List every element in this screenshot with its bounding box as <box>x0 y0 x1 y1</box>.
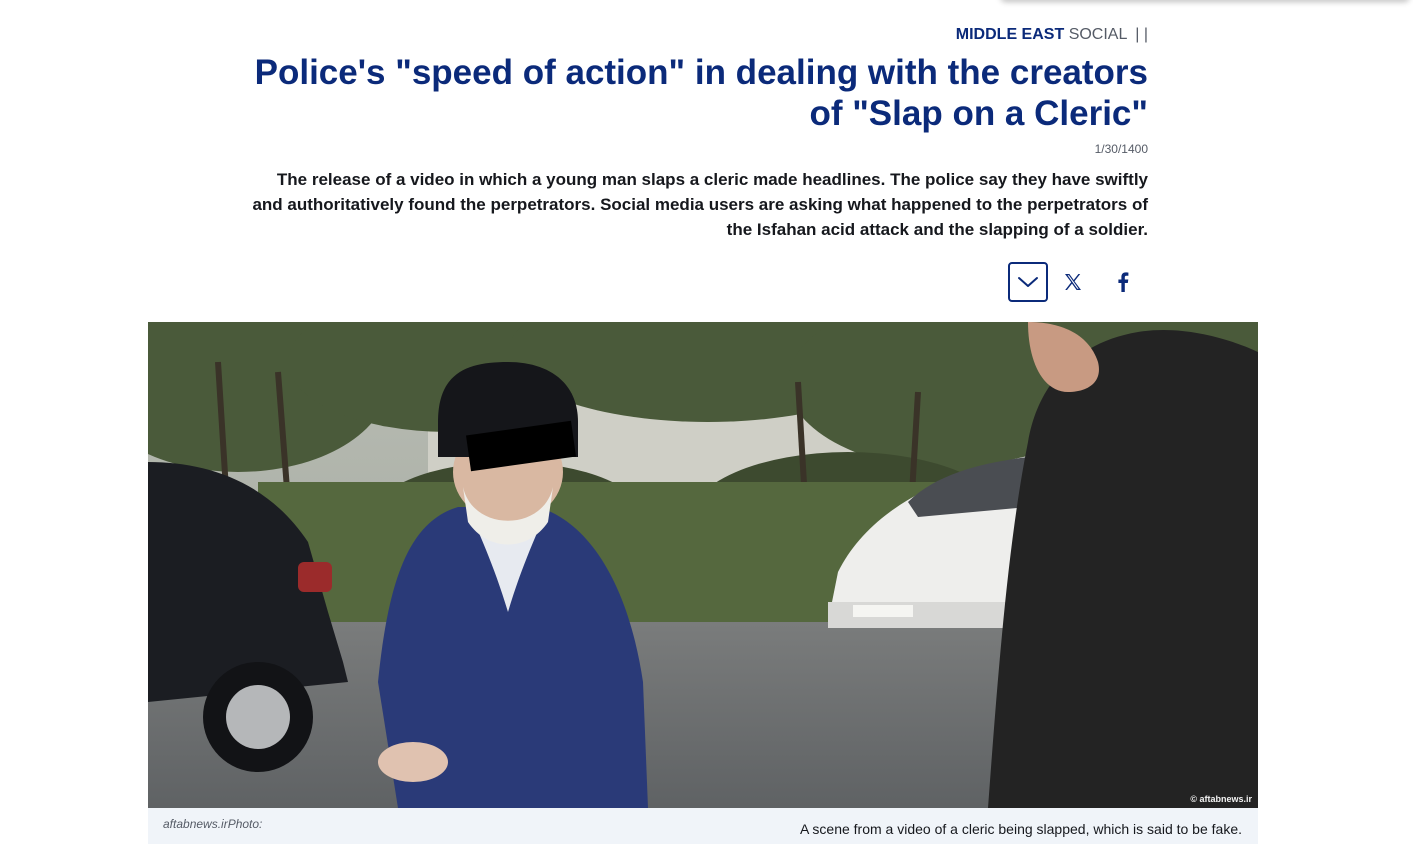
kicker: MIDDLE EAST SOCIAL | | <box>956 26 1148 44</box>
kicker-separators: | | <box>1135 26 1148 43</box>
photo-scene <box>148 322 1258 808</box>
share-facebook-button[interactable] <box>1098 262 1148 302</box>
photo-watermark: © aftabnews.ir <box>1190 794 1252 804</box>
photo-caption-bar: aftabnews.irPhoto: A scene from a video … <box>148 808 1258 844</box>
photo-caption: A scene from a video of a cleric being s… <box>799 821 1242 837</box>
page-title: Police's "speed of action" in dealing wi… <box>254 53 1148 133</box>
share-x-button[interactable] <box>1048 262 1098 302</box>
share-toggle-button[interactable] <box>1008 262 1048 302</box>
kicker-region-link[interactable]: MIDDLE EAST <box>956 26 1064 43</box>
article-photo[interactable]: © aftabnews.ir <box>148 322 1258 808</box>
x-logo-icon <box>1065 274 1081 290</box>
facebook-icon <box>1118 272 1129 292</box>
article-teaser: The release of a video in which a young … <box>252 170 1148 239</box>
publish-date: 1/30/1400 <box>1094 142 1148 156</box>
share-bar <box>1008 262 1148 302</box>
kicker-category-link[interactable]: SOCIAL <box>1069 26 1127 43</box>
photo-credit: aftabnews.irPhoto: <box>163 817 263 831</box>
chevron-down-icon <box>1018 277 1038 287</box>
